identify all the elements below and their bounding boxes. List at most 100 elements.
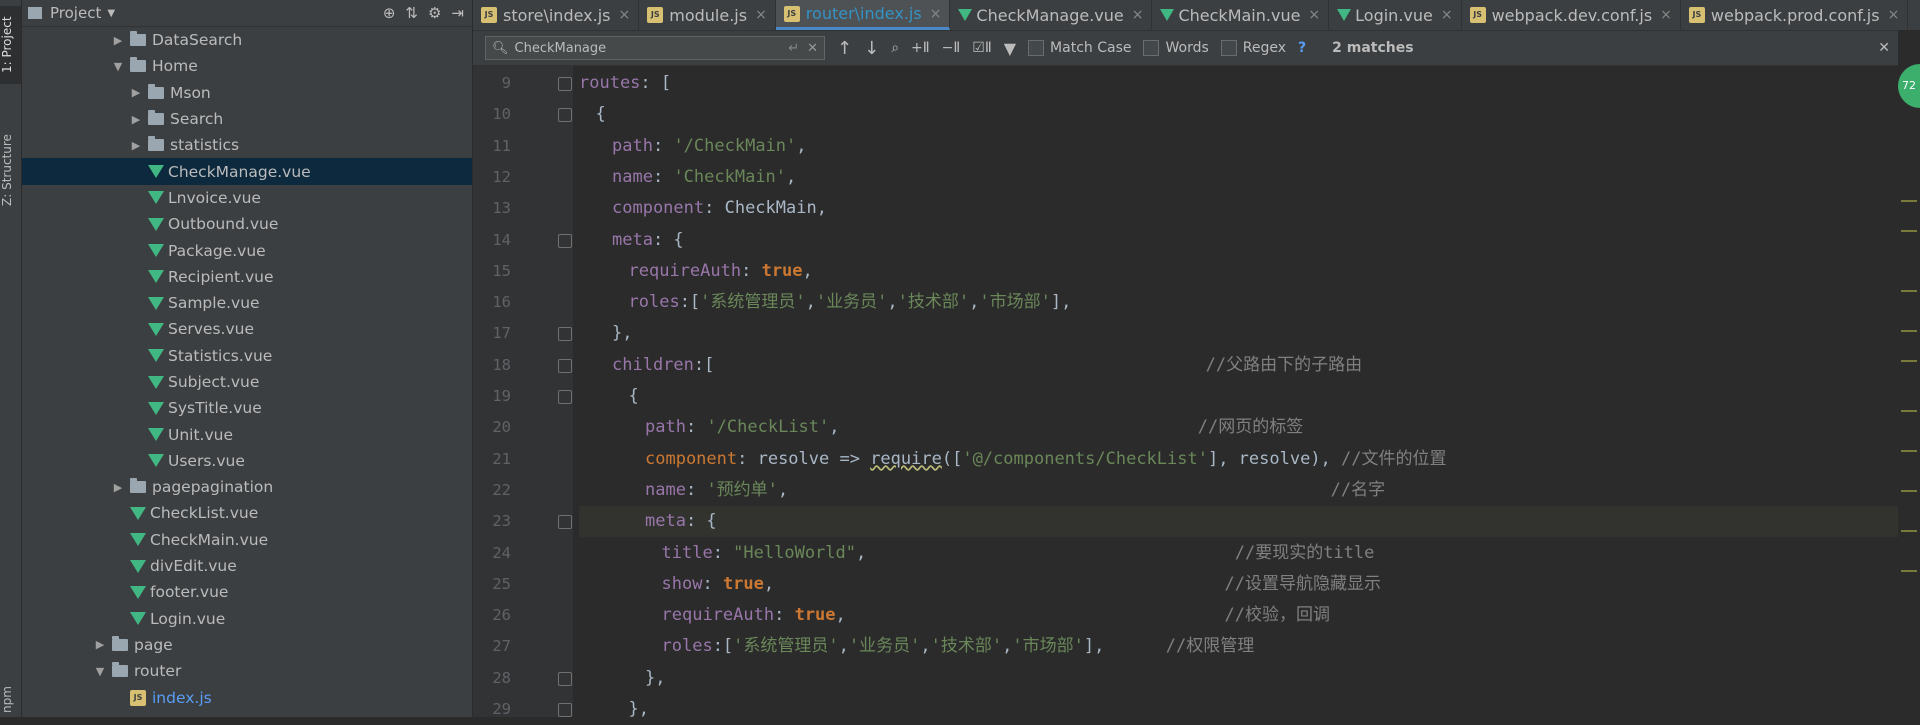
tree-file[interactable]: Subject.vue xyxy=(22,369,472,395)
tab-npm-toolwindow[interactable]: npm xyxy=(0,686,21,714)
tree-file[interactable]: divEdit.vue xyxy=(22,553,472,579)
regex-option[interactable]: Regex xyxy=(1220,40,1286,56)
error-stripe-mark[interactable] xyxy=(1901,490,1917,492)
error-stripe-mark[interactable] xyxy=(1901,200,1917,202)
gear-icon[interactable]: ⚙ xyxy=(428,4,441,22)
error-stripe-mark[interactable] xyxy=(1901,570,1917,572)
locate-icon[interactable]: ⊕ xyxy=(383,4,396,22)
fold-marker-icon[interactable] xyxy=(558,703,572,717)
line-number: 10 xyxy=(492,105,511,124)
project-dropdown-chevron-icon[interactable]: ▼ xyxy=(107,8,115,19)
collapsed-arrow-icon[interactable]: ▶ xyxy=(112,481,124,494)
tree-folder[interactable]: ▼ Home xyxy=(22,53,472,79)
tree-folder[interactable]: ▶ Search xyxy=(22,106,472,132)
tree-folder[interactable]: ▶ Mson xyxy=(22,80,472,106)
editor-tab[interactable]: JS store\index.js × xyxy=(473,0,640,30)
tree-file[interactable]: SysTitle.vue xyxy=(22,395,472,421)
tab-structure-toolwindow[interactable]: Z: Structure xyxy=(0,120,21,220)
tab-project-toolwindow[interactable]: 1: Project xyxy=(0,6,21,84)
fold-marker-icon[interactable] xyxy=(558,358,572,373)
tree-file[interactable]: Recipient.vue xyxy=(22,264,472,290)
collapsed-arrow-icon[interactable]: ▶ xyxy=(130,113,142,126)
tree-file[interactable]: CheckList.vue xyxy=(22,500,472,526)
error-stripe-mark[interactable] xyxy=(1901,230,1917,232)
tree-folder[interactable]: ▶ statistics xyxy=(22,132,472,158)
fold-marker-icon[interactable] xyxy=(558,390,572,404)
search-icon[interactable]: 🔍︎ xyxy=(492,41,509,56)
tree-folder[interactable]: ▶ DataSearch xyxy=(22,27,472,53)
fold-marker-icon[interactable] xyxy=(558,77,572,91)
collapsed-arrow-icon[interactable]: ▶ xyxy=(130,86,142,99)
fold-marker-icon[interactable] xyxy=(558,233,572,248)
editor-tab[interactable]: JS router\index.js × xyxy=(775,0,951,30)
fold-marker-icon[interactable] xyxy=(558,515,572,530)
close-tab-icon[interactable]: × xyxy=(1441,7,1453,23)
hide-icon[interactable]: ⇥ xyxy=(451,4,464,22)
fold-marker-icon[interactable] xyxy=(558,671,572,686)
editor-tab[interactable]: CheckMain.vue × xyxy=(1152,0,1330,30)
tree-file[interactable]: CheckManage.vue xyxy=(22,158,472,185)
tree-file[interactable]: Package.vue xyxy=(22,237,472,263)
tree-file[interactable]: Users.vue xyxy=(22,448,472,474)
code-editor[interactable]: routes: [{path: '/CheckMain', name: 'Chec… xyxy=(579,66,1920,719)
tree-file[interactable]: Serves.vue xyxy=(22,316,472,342)
remove-selection-icon[interactable]: −Ⅱ xyxy=(942,40,961,56)
tree-file[interactable]: Sample.vue xyxy=(22,290,472,316)
collapse-all-icon[interactable]: ⇅ xyxy=(405,4,418,22)
editor-tab[interactable]: JS webpack.prod.conf.js × xyxy=(1681,0,1909,30)
editor-tab[interactable]: JS webpack.dev.conf.js × xyxy=(1462,0,1681,30)
close-tab-icon[interactable]: × xyxy=(1308,7,1320,23)
inspection-badge[interactable]: 72 xyxy=(1898,64,1920,108)
error-stripe-mark[interactable] xyxy=(1901,410,1917,412)
tree-file[interactable]: JS index.js xyxy=(22,684,472,710)
error-stripe-mark[interactable] xyxy=(1901,530,1917,532)
filter-icon[interactable]: ▼ xyxy=(1004,39,1016,58)
tree-folder[interactable]: ▶ pagepagination xyxy=(22,474,472,500)
collapsed-arrow-icon[interactable]: ▶ xyxy=(112,34,124,47)
tree-folder[interactable]: ▶ page xyxy=(22,632,472,658)
close-tab-icon[interactable]: × xyxy=(755,7,767,23)
close-find-icon[interactable]: ✕ xyxy=(1878,40,1890,56)
close-tab-icon[interactable]: × xyxy=(619,7,631,23)
fold-marker-icon[interactable] xyxy=(558,327,572,342)
clear-icon[interactable]: ✕ xyxy=(807,41,818,56)
error-stripe-mark[interactable] xyxy=(1901,330,1917,332)
tree-folder[interactable]: ▼ router xyxy=(22,658,472,684)
editor-tab[interactable]: CheckManage.vue × xyxy=(950,0,1153,30)
add-selection-icon[interactable]: +Ⅱ xyxy=(911,40,930,56)
words-checkbox[interactable] xyxy=(1143,40,1160,56)
fold-marker-icon[interactable] xyxy=(558,108,572,123)
tree-file[interactable]: CheckMain.vue xyxy=(22,527,472,553)
expanded-arrow-icon[interactable]: ▼ xyxy=(94,665,106,678)
error-stripe-mark[interactable] xyxy=(1901,290,1917,292)
previous-match-icon[interactable]: ↑ xyxy=(837,38,852,59)
collapsed-arrow-icon[interactable]: ▶ xyxy=(130,139,142,152)
tree-file[interactable]: footer.vue xyxy=(22,579,472,605)
editor-tab[interactable]: JS module.js × xyxy=(639,0,776,30)
match-case-option[interactable]: Match Case xyxy=(1028,40,1131,56)
tree-file[interactable]: Statistics.vue xyxy=(22,343,472,369)
error-stripe[interactable]: 72 xyxy=(1898,30,1920,717)
editor-tab[interactable]: Login.vue × xyxy=(1329,0,1462,30)
close-tab-icon[interactable]: × xyxy=(930,6,942,22)
enter-icon: ↵ xyxy=(788,40,800,56)
expanded-arrow-icon[interactable]: ▼ xyxy=(112,60,124,73)
tree-file[interactable]: Login.vue xyxy=(22,606,472,632)
close-tab-icon[interactable]: × xyxy=(1660,7,1672,23)
tree-file[interactable]: Unit.vue xyxy=(22,421,472,447)
words-option[interactable]: Words xyxy=(1143,40,1209,56)
tree-file[interactable]: Lnvoice.vue xyxy=(22,185,472,211)
regex-checkbox[interactable] xyxy=(1220,40,1237,56)
regex-help-icon[interactable]: ? xyxy=(1298,40,1306,56)
error-stripe-mark[interactable] xyxy=(1901,450,1917,452)
match-case-checkbox[interactable] xyxy=(1028,40,1045,56)
collapsed-arrow-icon[interactable]: ▶ xyxy=(94,638,106,651)
close-tab-icon[interactable]: × xyxy=(1888,7,1900,23)
next-match-icon[interactable]: ↓ xyxy=(864,38,879,59)
search-input[interactable]: 🔍︎ CheckManage ↵ ✕ xyxy=(485,36,825,60)
error-stripe-mark[interactable] xyxy=(1901,360,1917,362)
select-all-occurrences-icon[interactable]: ☑Ⅱ xyxy=(972,40,991,56)
find-all-icon[interactable]: ⌕ xyxy=(891,40,899,56)
close-tab-icon[interactable]: × xyxy=(1132,7,1144,23)
tree-file[interactable]: Outbound.vue xyxy=(22,211,472,237)
